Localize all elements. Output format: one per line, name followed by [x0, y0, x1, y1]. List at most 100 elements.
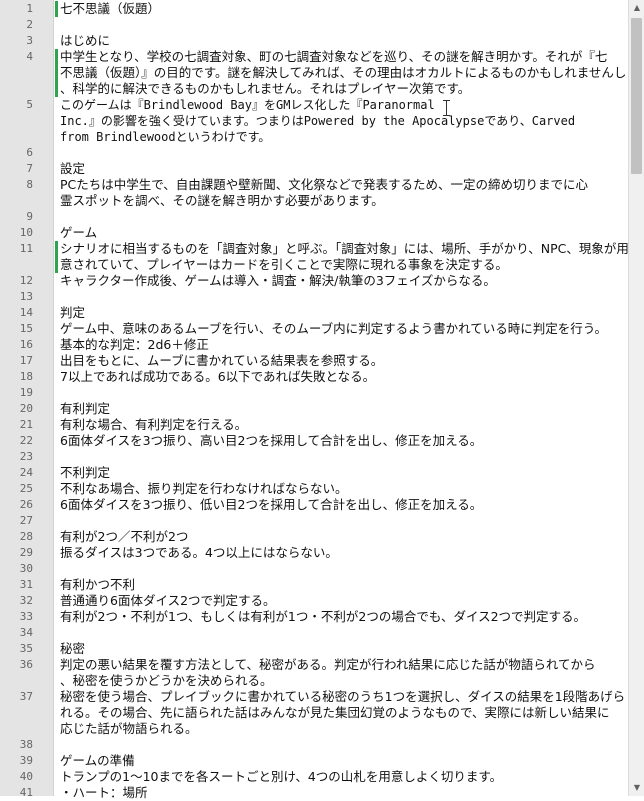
line-text[interactable]: 応じた話が物語られる。 [60, 721, 198, 737]
editor-line[interactable]: 37 秘密を使う場合、プレイブックに書かれている秘密のうち1つを選択し、ダイスの結… [0, 689, 630, 705]
editor-line[interactable]: 2 [0, 17, 630, 33]
editor-line[interactable]: 14 判定 [0, 305, 630, 321]
line-text[interactable]: 有利が2つ／不利が2つ [60, 529, 188, 545]
modified-line-marker [55, 241, 58, 257]
editor-line[interactable]: 7 設定 [0, 161, 630, 177]
vertical-scrollbar[interactable]: ▲ ▼ [628, 0, 644, 796]
line-text[interactable]: はじめに [60, 33, 110, 49]
editor-line[interactable]: Inc.』の影響を強く受けています。つまりはPowered by the Apo… [0, 113, 630, 129]
line-text[interactable]: このゲームは『Brindlewood Bay』をGMレス化した『Paranorm… [60, 97, 435, 113]
editor-line[interactable]: 意されていて、プレイヤーはカードを引くことで実際に現れる事象を決定する。 [0, 257, 630, 273]
modified-line-marker [55, 257, 58, 273]
editor-line[interactable]: 23 [0, 449, 630, 465]
editor-line[interactable]: 霊スポットを調べ、その謎を解き明かす必要があります。 [0, 193, 630, 209]
editor-line[interactable]: 30 [0, 561, 630, 577]
editor-line[interactable]: 35 秘密 [0, 641, 630, 657]
editor-line[interactable]: 6 [0, 145, 630, 161]
line-text[interactable]: 有利が2つ・不利が1つ、もしくは有利が1つ・不利が2つの場合でも、ダイス2つで判… [60, 609, 586, 625]
text-editor[interactable]: 1 七不思議（仮題） 2 3 はじめに 4 中学生となり、学校の七調査対象、町の七調査対象な… [0, 0, 644, 800]
editor-line[interactable]: 不思議（仮題）』の目的です。謎を解決してみれば、その理由はオカルトによるものかも… [0, 65, 630, 81]
editor-line[interactable]: 16 基本的な判定：2d6＋修正 [0, 337, 630, 353]
editor-line[interactable]: 17 出目をもとに、ムーブに書かれている結果表を参照する。 [0, 353, 630, 369]
line-text[interactable]: 、科学的に解決できるものかもしれません。それはプレイヤー次第です。 [60, 81, 470, 97]
editor-line[interactable]: 、秘密を使うかどうかを決められる。 [0, 673, 630, 689]
editor-line[interactable]: 24 不利判定 [0, 465, 630, 481]
editor-line[interactable]: 33 有利が2つ・不利が1つ、もしくは有利が1つ・不利が2つの場合でも、ダイス2つ… [0, 609, 630, 625]
line-text[interactable]: 7以上であれば成功である。6以下であれば失敗となる。 [60, 369, 375, 385]
editor-line[interactable]: 1 七不思議（仮題） [0, 1, 630, 17]
line-text[interactable]: シナリオに相当するものを「調査対象」と呼ぶ。「調査対象」には、場所、手がかり、N… [60, 241, 629, 257]
editor-line[interactable]: 27 [0, 513, 630, 529]
line-text[interactable]: ゲーム中、意味のあるムーブを行い、そのムーブ内に判定するよう書かれている時に判定… [60, 321, 607, 337]
editor-line[interactable]: 応じた話が物語られる。 [0, 721, 630, 737]
editor-line[interactable]: 41 ・ハート：場所 [0, 785, 630, 801]
editor-line[interactable]: 34 [0, 625, 630, 641]
line-number: 22 [19, 434, 33, 447]
editor-line[interactable]: 39 ゲームの準備 [0, 753, 630, 769]
editor-line[interactable]: 8 PCたちは中学生で、自由課題や壁新聞、文化祭などで発表するため、一定の締め切り… [0, 177, 630, 193]
line-text[interactable]: 有利かつ不利 [60, 577, 135, 593]
editor-line[interactable]: 13 [0, 289, 630, 305]
line-text[interactable]: 判定 [60, 305, 85, 321]
line-text[interactable]: 中学生となり、学校の七調査対象、町の七調査対象などを巡り、その謎を解き明かす。そ… [60, 49, 607, 65]
editor-line[interactable]: 18 7以上であれば成功である。6以下であれば失敗となる。 [0, 369, 630, 385]
editor-line[interactable]: 38 [0, 737, 630, 753]
line-number: 23 [19, 450, 33, 463]
editor-line[interactable]: 40 トランプの1～10までを各スートごと別け、4つの山札を用意しよく切ります。 [0, 769, 630, 785]
line-text[interactable]: 不利判定 [60, 465, 110, 481]
line-text[interactable]: from Brindlewoodというわけです。 [60, 129, 270, 145]
line-text[interactable]: ゲーム [60, 225, 97, 241]
line-text[interactable]: れる。その場合、先に語られた話はみんなが見た集団幻覚のようなもので、実際には新し… [60, 705, 610, 721]
line-text[interactable]: 振るダイスは3つである。4つ以上にはならない。 [60, 545, 338, 561]
line-text[interactable]: ・ハート：場所 [60, 785, 148, 801]
line-text[interactable]: Inc.』の影響を強く受けています。つまりはPowered by the Apo… [60, 113, 575, 129]
editor-line[interactable]: 29 振るダイスは3つである。4つ以上にはならない。 [0, 545, 630, 561]
line-text[interactable]: 七不思議（仮題） [60, 1, 160, 17]
line-text[interactable]: 意されていて、プレイヤーはカードを引くことで実際に現れる事象を決定する。 [60, 257, 508, 273]
line-text[interactable]: キャラクター作成後、ゲームは導入・調査・解決/執筆の3フェイズからなる。 [60, 273, 496, 289]
editor-line[interactable]: 25 不利なあ場合、振り判定を行わなければならない。 [0, 481, 630, 497]
line-text[interactable]: 、秘密を使うかどうかを決められる。 [60, 673, 273, 689]
line-text[interactable]: 不利なあ場合、振り判定を行わなければならない。 [60, 481, 348, 497]
editor-line[interactable]: 4 中学生となり、学校の七調査対象、町の七調査対象などを巡り、その謎を解き明かす。… [0, 49, 630, 65]
line-text[interactable]: PCたちは中学生で、自由課題や壁新聞、文化祭などで発表するため、一定の締め切りま… [60, 177, 588, 193]
modified-line-marker [55, 1, 58, 17]
line-text[interactable]: 出目をもとに、ムーブに書かれている結果表を参照する。 [60, 353, 383, 369]
editor-line[interactable]: 5 このゲームは『Brindlewood Bay』をGMレス化した『Paranor… [0, 97, 630, 113]
editor-line[interactable]: 19 [0, 385, 630, 401]
editor-line[interactable]: 20 有利判定 [0, 401, 630, 417]
line-text[interactable]: 基本的な判定：2d6＋修正 [60, 337, 209, 353]
line-text[interactable]: 有利な場合、有利判定を行える。 [60, 417, 247, 433]
line-text[interactable]: 秘密 [60, 641, 85, 657]
scroll-thumb[interactable] [631, 18, 642, 174]
editor-line[interactable]: 36 判定の悪い結果を覆す方法として、秘密がある。判定が行われ結果に応じた話が物語… [0, 657, 630, 673]
scroll-up-arrow-icon[interactable]: ▲ [629, 0, 644, 16]
editor-line[interactable]: 21 有利な場合、有利判定を行える。 [0, 417, 630, 433]
line-text[interactable]: ゲームの準備 [60, 753, 135, 769]
editor-line[interactable]: 9 [0, 209, 630, 225]
line-text[interactable]: 判定の悪い結果を覆す方法として、秘密がある。判定が行われ結果に応じた話が物語られ… [60, 657, 596, 673]
editor-line[interactable]: れる。その場合、先に語られた話はみんなが見た集団幻覚のようなもので、実際には新し… [0, 705, 630, 721]
editor-line[interactable]: 22 6面体ダイスを3つ振り、高い目2つを採用して合計を出し、修正を加える。 [0, 433, 630, 449]
editor-line[interactable]: 10 ゲーム [0, 225, 630, 241]
line-text[interactable]: 設定 [60, 161, 85, 177]
editor-line[interactable]: 32 普通通り6面体ダイス2つで判定する。 [0, 593, 630, 609]
editor-line[interactable]: from Brindlewoodというわけです。 [0, 129, 630, 145]
line-text[interactable]: 秘密を使う場合、プレイブックに書かれている秘密のうち1つを選択し、ダイスの結果を… [60, 689, 625, 705]
scroll-down-arrow-icon[interactable]: ▼ [629, 780, 644, 796]
editor-line[interactable]: 12 キャラクター作成後、ゲームは導入・調査・解決/執筆の3フェイズからなる。 [0, 273, 630, 289]
editor-line[interactable]: 11 シナリオに相当するものを「調査対象」と呼ぶ。「調査対象」には、場所、手がかり… [0, 241, 630, 257]
editor-line[interactable]: 、科学的に解決できるものかもしれません。それはプレイヤー次第です。 [0, 81, 630, 97]
line-text[interactable]: 6面体ダイスを3つ振り、低い目2つを採用して合計を出し、修正を加える。 [60, 497, 482, 513]
line-text[interactable]: 6面体ダイスを3つ振り、高い目2つを採用して合計を出し、修正を加える。 [60, 433, 482, 449]
line-text[interactable]: 霊スポットを調べ、その謎を解き明かす必要があります。 [60, 193, 384, 209]
line-text[interactable]: 不思議（仮題）』の目的です。謎を解決してみれば、その理由はオカルトによるものかも… [60, 65, 626, 81]
line-text[interactable]: 有利判定 [60, 401, 110, 417]
editor-line[interactable]: 26 6面体ダイスを3つ振り、低い目2つを採用して合計を出し、修正を加える。 [0, 497, 630, 513]
editor-line[interactable]: 3 はじめに [0, 33, 630, 49]
editor-line[interactable]: 15 ゲーム中、意味のあるムーブを行い、そのムーブ内に判定するよう書かれている時に… [0, 321, 630, 337]
line-text[interactable]: 普通通り6面体ダイス2つで判定する。 [60, 593, 276, 609]
line-text[interactable]: トランプの1～10までを各スートごと別け、4つの山札を用意しよく切ります。 [60, 769, 502, 785]
editor-line[interactable]: 31 有利かつ不利 [0, 577, 630, 593]
editor-line[interactable]: 28 有利が2つ／不利が2つ [0, 529, 630, 545]
